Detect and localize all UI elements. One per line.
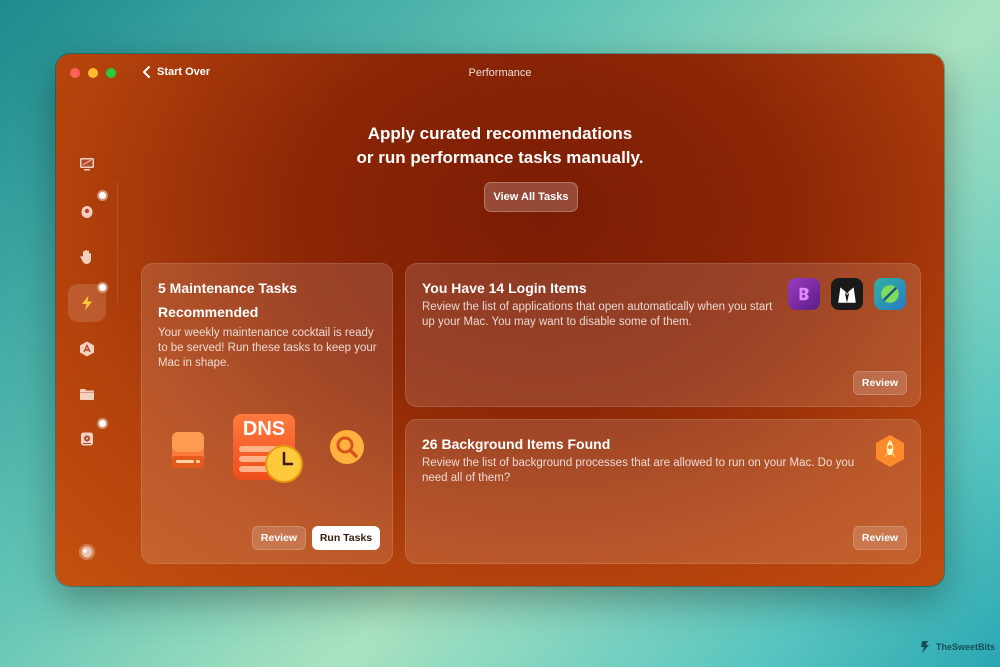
- dns-label: DNS: [242, 418, 286, 440]
- window-controls: [70, 68, 116, 78]
- maintenance-description: Your weekly maintenance cocktail is read…: [158, 327, 377, 369]
- start-over-button[interactable]: Start Over: [142, 66, 210, 78]
- tuxedo-glyph: [838, 287, 856, 303]
- bbedit-letter-glyph: [799, 287, 809, 301]
- maintenance-title-line2: Recommended: [158, 304, 259, 320]
- sidebar-item-protection[interactable]: [68, 238, 106, 276]
- watermark-text: TheSweetBits: [936, 642, 996, 652]
- sidebar-item-cleanup[interactable]: [68, 190, 108, 230]
- sweetbits-logo-icon: [921, 641, 929, 653]
- watermark: TheSweetBits: [918, 640, 995, 654]
- run-tasks-button[interactable]: Run Tasks: [312, 526, 380, 550]
- assistant-icon: [78, 543, 96, 561]
- zoom-button[interactable]: [106, 68, 116, 78]
- notification-badge: [97, 190, 108, 201]
- mouse-icon: [81, 206, 93, 218]
- login-items-description: Review the list of applications that ope…: [422, 301, 773, 328]
- sidebar-item-space-lens[interactable]: [68, 418, 108, 458]
- app-store-icon: [80, 341, 94, 357]
- hero-title-line2: or run performance tasks manually.: [356, 148, 644, 167]
- sidebar-item-performance[interactable]: [68, 282, 108, 322]
- disk-icon: [81, 432, 93, 446]
- login-items-card: You Have 14 Login Items Review the list …: [405, 263, 921, 407]
- hero-title-line1: Apply curated recommendations: [367, 124, 633, 143]
- hand-icon: [80, 250, 91, 264]
- chevron-left-icon: [143, 66, 150, 78]
- background-items-title: 26 Background Items Found: [422, 436, 611, 452]
- close-button[interactable]: [70, 68, 80, 78]
- view-all-tasks-button[interactable]: View All Tasks: [484, 182, 578, 212]
- background-items-card: 26 Background Items Found Review the lis…: [405, 419, 921, 564]
- broom-glyph: [881, 285, 899, 303]
- start-over-label: Start Over: [157, 66, 211, 78]
- minimize-button[interactable]: [88, 68, 98, 78]
- notification-badge: [97, 282, 108, 293]
- assistant-button[interactable]: [76, 541, 98, 563]
- hard-drive-icon: [172, 432, 204, 468]
- bbedit-icon: [788, 278, 820, 310]
- app-window: Start Over Performance Apply curated rec…: [56, 54, 944, 586]
- magnifier-icon: [330, 430, 364, 464]
- maintenance-review-button[interactable]: Review: [252, 526, 306, 550]
- notification-badge: [97, 418, 108, 429]
- sidebar-divider: [117, 182, 118, 302]
- maintenance-card: 5 Maintenance Tasks Recommended Your wee…: [141, 263, 393, 564]
- rocket-badge-icon: [876, 435, 904, 467]
- sidebar-item-applications[interactable]: [68, 330, 106, 368]
- maintenance-title: 5 Maintenance Tasks Recommended: [158, 276, 376, 324]
- sidebar-item-my-clutter[interactable]: [68, 375, 106, 413]
- background-items-description: Review the list of background processes …: [422, 457, 855, 484]
- lightning-icon: [82, 295, 92, 311]
- bartender-icon: [831, 278, 863, 310]
- cleanmymac-icon: [874, 278, 906, 310]
- folder-icon: [80, 389, 94, 400]
- maintenance-title-line1: 5 Maintenance Tasks: [158, 280, 298, 296]
- login-items-review-button[interactable]: Review: [853, 371, 907, 395]
- background-items-review-button[interactable]: Review: [853, 526, 907, 550]
- clock-icon: [265, 445, 303, 483]
- hero-section: Apply curated recommendations or run per…: [56, 122, 944, 170]
